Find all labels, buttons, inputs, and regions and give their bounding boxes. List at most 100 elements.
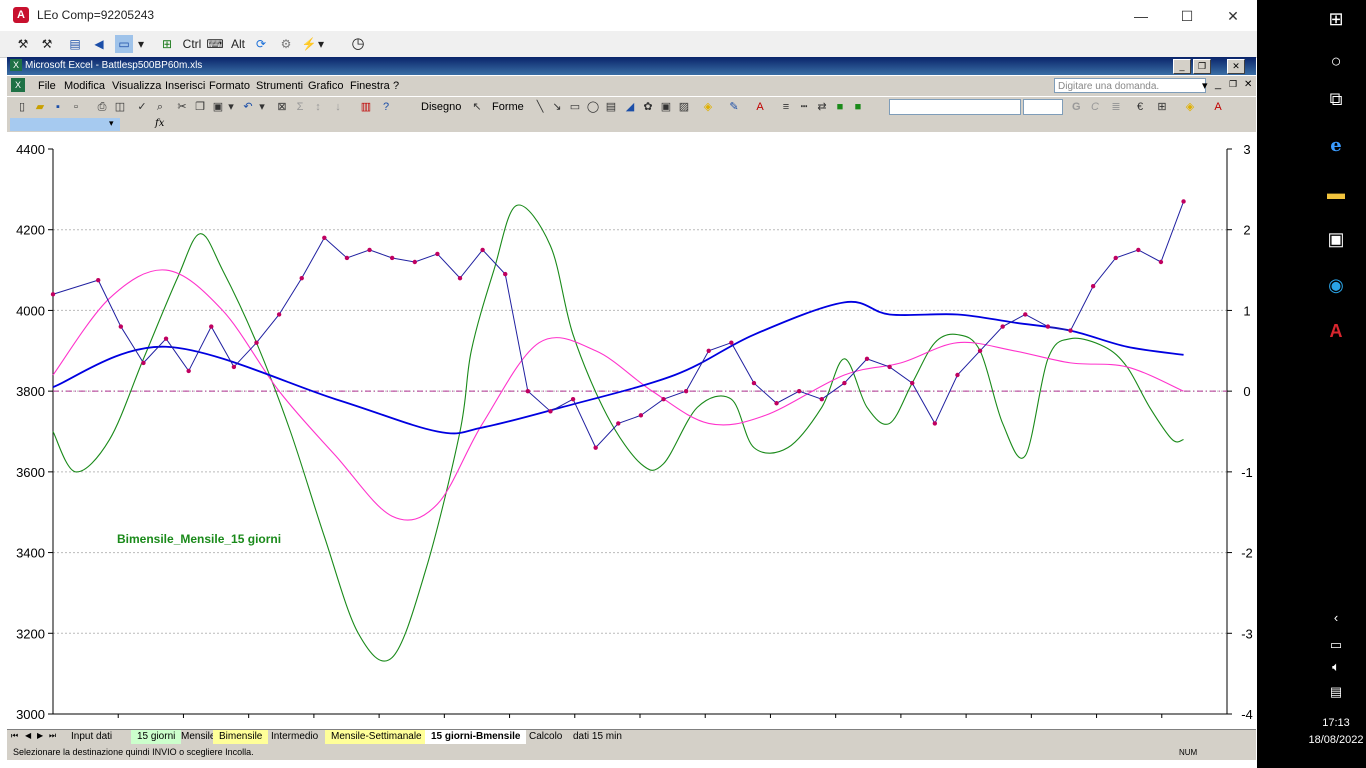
chevron-down-icon[interactable]: ▾: [224, 100, 238, 114]
prev-sheet-icon[interactable]: ◀: [25, 731, 31, 740]
sheet-tab[interactable]: Calcolo: [523, 730, 568, 744]
keyboard-icon[interactable]: ⌨: [206, 35, 224, 53]
help-icon[interactable]: ?: [379, 100, 393, 114]
print-preview-icon[interactable]: ◫: [113, 100, 127, 114]
cut-icon[interactable]: ✂: [175, 100, 189, 114]
spelling-icon[interactable]: ✓: [135, 100, 149, 114]
notifications-icon[interactable]: ▤: [1326, 684, 1346, 700]
menu-file[interactable]: File: [38, 80, 56, 92]
minimize-button[interactable]: —: [1118, 4, 1164, 28]
print-icon[interactable]: ⎙: [95, 100, 109, 114]
shadow-icon[interactable]: ■: [833, 100, 847, 114]
save-icon[interactable]: ▪: [51, 100, 65, 114]
excel-restore-button[interactable]: ❐: [1193, 59, 1211, 74]
line-icon[interactable]: ╲: [533, 100, 547, 114]
function-icon[interactable]: fx: [155, 118, 164, 129]
research-icon[interactable]: ⌕: [153, 100, 167, 114]
binoculars-icon[interactable]: ⚒: [14, 35, 32, 53]
hyperlink-icon[interactable]: ⊠: [275, 100, 289, 114]
app-logo-taskbar-icon[interactable]: A: [1323, 318, 1349, 344]
first-sheet-icon[interactable]: ⏮: [11, 731, 18, 741]
excel-close-button[interactable]: ✕: [1227, 59, 1245, 74]
ctrl-button[interactable]: Ctrl: [181, 35, 203, 53]
edge-legacy-icon[interactable]: e: [1323, 133, 1349, 159]
doc-restore-button[interactable]: ❐: [1229, 79, 1237, 90]
font-size-select[interactable]: [1023, 99, 1063, 115]
clipart-icon[interactable]: ▣: [659, 100, 673, 114]
close-button[interactable]: ✕: [1210, 4, 1256, 28]
file-explorer-icon[interactable]: ▬: [1323, 180, 1349, 206]
binoculars-alt-icon[interactable]: ⚒: [38, 35, 56, 53]
store-icon[interactable]: ▣: [1323, 226, 1349, 252]
alt-button[interactable]: Alt: [228, 35, 248, 53]
chevron-down-icon[interactable]: ▾: [135, 35, 147, 53]
font-color-icon[interactable]: A: [753, 100, 767, 114]
diagram-icon[interactable]: ✿: [641, 100, 655, 114]
dash-style-icon[interactable]: ┅: [797, 100, 811, 114]
monitor-icon[interactable]: ▭: [115, 35, 133, 53]
excel-minimize-button[interactable]: _: [1173, 59, 1191, 74]
next-sheet-icon[interactable]: ▶: [37, 731, 43, 740]
undo-icon[interactable]: ↶: [241, 100, 255, 114]
euro-icon[interactable]: €: [1133, 100, 1147, 114]
permission-icon[interactable]: ▫: [69, 100, 83, 114]
chevron-down-icon[interactable]: ▾: [316, 35, 326, 53]
tool-icon[interactable]: ⚙: [277, 35, 295, 53]
picture-icon[interactable]: ▨: [677, 100, 691, 114]
maximize-button[interactable]: ☐: [1164, 4, 1210, 28]
fill-color-icon[interactable]: ◈: [701, 100, 715, 114]
chart-wizard-icon[interactable]: ▥: [359, 100, 373, 114]
select-pointer-icon[interactable]: ↖: [470, 100, 484, 114]
sheet-tab[interactable]: Input dati: [65, 730, 118, 744]
textbox-icon[interactable]: ▤: [604, 100, 618, 114]
menu-visualizza[interactable]: Visualizza: [112, 80, 161, 92]
new-icon[interactable]: ▯: [15, 100, 29, 114]
clock-time[interactable]: 17:13: [1306, 717, 1366, 729]
start-icon[interactable]: ⊞: [1323, 6, 1349, 32]
chevron-down-icon[interactable]: ▾: [109, 118, 114, 129]
menu-inserisci[interactable]: Inserisci: [165, 80, 205, 92]
menu-formato[interactable]: Formato: [209, 80, 250, 92]
sort-desc-icon[interactable]: ↓: [331, 100, 345, 114]
wordart-icon[interactable]: ◢: [623, 100, 637, 114]
menu-help[interactable]: ?: [393, 80, 399, 92]
edge-icon[interactable]: ◉: [1323, 272, 1349, 298]
font-name-select[interactable]: [889, 99, 1021, 115]
sheet-tab[interactable]: 15 giorni: [131, 730, 182, 744]
ask-question-input[interactable]: Digitare una domanda.: [1054, 78, 1206, 93]
fit-screen-icon[interactable]: ⊞: [158, 35, 176, 53]
rectangle-icon[interactable]: ▭: [568, 100, 582, 114]
speaker-tray-icon[interactable]: 🔈︎: [1326, 659, 1346, 675]
arrow-style-icon[interactable]: ⇄: [815, 100, 829, 114]
refresh-icon[interactable]: ⟳: [252, 35, 270, 53]
sheet-tab[interactable]: 15 giorni-Bmensile: [425, 730, 527, 744]
chevron-down-icon[interactable]: ▾: [1202, 79, 1208, 92]
menu-modifica[interactable]: Modifica: [64, 80, 105, 92]
align-icon[interactable]: ≣: [1109, 100, 1123, 114]
italic-button[interactable]: C: [1091, 101, 1099, 113]
3d-icon[interactable]: ■: [851, 100, 865, 114]
search-icon[interactable]: ○: [1323, 48, 1349, 74]
font-color-icon[interactable]: A: [1211, 100, 1225, 114]
chart-area[interactable]: 4400 4200 4000 3800 3600 3400 3200 3000 3 2 1 0 -1 -2…: [7, 132, 1256, 729]
arrow-icon[interactable]: ↘: [550, 100, 564, 114]
name-box[interactable]: [10, 118, 120, 131]
oval-icon[interactable]: ◯: [586, 100, 600, 114]
workbook-icon[interactable]: X: [11, 78, 25, 92]
draw-menu[interactable]: Disegno: [421, 101, 461, 113]
task-view-icon[interactable]: ⧉: [1323, 86, 1349, 112]
menu-strumenti[interactable]: Strumenti: [256, 80, 303, 92]
document-icon[interactable]: ▤: [66, 35, 84, 53]
battery-icon[interactable]: ▭: [1326, 637, 1346, 653]
borders-icon[interactable]: ⊞: [1155, 100, 1169, 114]
speaker-icon[interactable]: ◀: [90, 35, 108, 53]
chevron-down-icon[interactable]: ▾: [255, 100, 269, 114]
line-color-icon[interactable]: ✎: [727, 100, 741, 114]
chart[interactable]: 4400 4200 4000 3800 3600 3400 3200 3000 3 2 1 0 -1 -2…: [7, 132, 1256, 729]
chevron-up-icon[interactable]: ‹: [1326, 610, 1346, 625]
clock-icon[interactable]: ◷: [348, 35, 368, 53]
shapes-menu[interactable]: Forme: [492, 101, 524, 113]
sheet-tab[interactable]: Intermedio: [265, 730, 324, 744]
menu-finestra[interactable]: Finestra: [350, 80, 390, 92]
bold-button[interactable]: G: [1072, 101, 1081, 113]
